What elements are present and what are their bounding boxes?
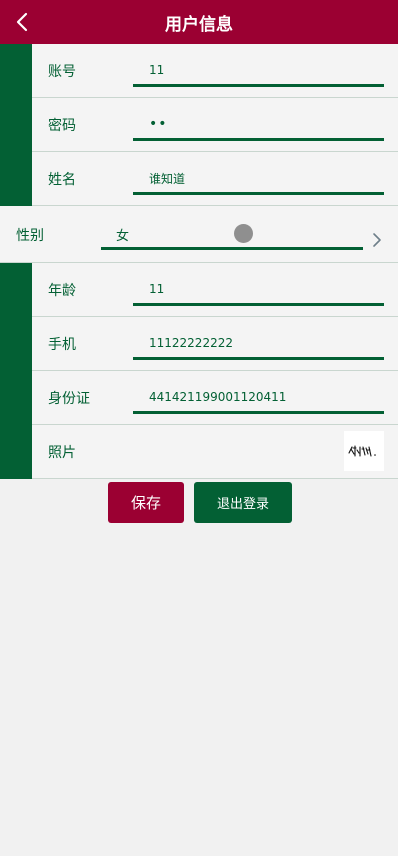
name-label: 姓名 [48, 172, 76, 188]
id-card-input[interactable] [133, 383, 384, 414]
age-label: 年龄 [48, 283, 76, 299]
id-card-label: 身份证 [48, 391, 90, 407]
name-input[interactable] [133, 164, 384, 195]
age-input[interactable] [133, 275, 384, 306]
phone-label: 手机 [48, 337, 76, 353]
account-input[interactable] [133, 56, 384, 87]
chevron-left-icon [16, 12, 28, 32]
password-label: 密码 [48, 118, 76, 134]
account-row: 账号 [0, 44, 398, 98]
gender-select[interactable]: 女 [101, 218, 363, 250]
password-row: 密码 [0, 98, 398, 152]
age-row: 年龄 [0, 263, 398, 317]
photo-label: 照片 [48, 445, 76, 461]
logout-button[interactable]: 退出登录 [194, 482, 292, 523]
id-card-row: 身份证 [0, 371, 398, 425]
save-button[interactable]: 保存 [108, 482, 184, 523]
action-buttons: 保存 退出登录 [0, 482, 398, 524]
gender-label: 性别 [16, 228, 44, 244]
chevron-right-icon [373, 233, 381, 247]
phone-input[interactable] [133, 329, 384, 360]
account-label: 账号 [48, 64, 76, 80]
top-bar: 用户信息 [0, 0, 398, 44]
gender-row: 性别 女 [0, 206, 398, 263]
page-title: 用户信息 [165, 14, 233, 35]
password-input[interactable] [133, 110, 384, 141]
photo-thumbnail[interactable] [344, 431, 384, 471]
phone-row: 手机 [0, 317, 398, 371]
back-button[interactable] [8, 8, 36, 36]
user-info-form: 账号 密码 姓名 性别 女 年龄 手机 身份证 照片 [0, 44, 398, 479]
photo-image [348, 445, 376, 457]
gender-arrow-button[interactable] [370, 232, 384, 248]
photo-row: 照片 [0, 425, 398, 479]
name-row: 姓名 [0, 152, 398, 206]
gender-toggle-knob[interactable] [234, 224, 253, 243]
gender-selected-value: 女 [116, 229, 130, 244]
